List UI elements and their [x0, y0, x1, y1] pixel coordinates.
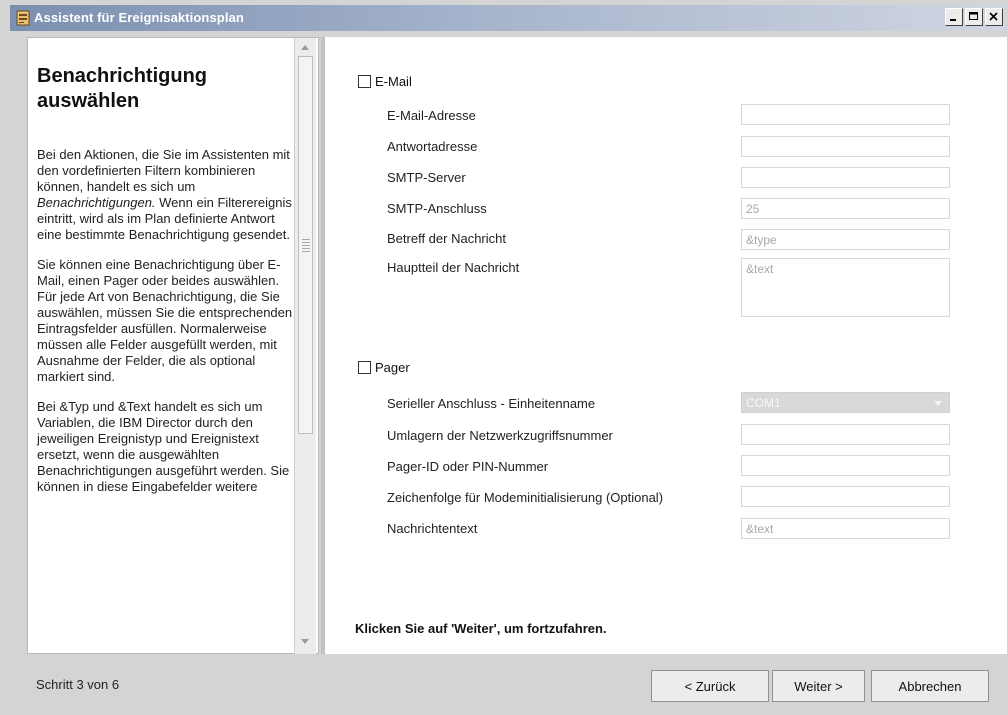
cancel-button[interactable]: Abbrechen — [871, 670, 989, 702]
smtp-server-field[interactable] — [741, 167, 950, 188]
close-icon[interactable] — [985, 8, 1003, 26]
reply-address-field[interactable] — [741, 136, 950, 157]
app-icon — [16, 10, 30, 26]
help-panel: Benachrichtigung auswählen Bei den Aktio… — [27, 37, 319, 654]
serial-port-value: COM1 — [746, 396, 781, 410]
smtp-port-label: SMTP-Anschluss — [387, 201, 487, 216]
help-text: Bei den Aktionen, die Sie im Assistenten… — [37, 147, 295, 509]
help-paragraph-3: Bei &Typ und &Text handelt es sich um Va… — [37, 399, 290, 494]
subject-label: Betreff der Nachricht — [387, 231, 506, 246]
back-button[interactable]: < Zurück — [651, 670, 769, 702]
pager-id-label: Pager-ID oder PIN-Nummer — [387, 459, 549, 474]
modem-init-field[interactable] — [741, 486, 950, 507]
step-indicator: Schritt 3 von 6 — [36, 677, 120, 692]
continue-instruction: Klicken Sie auf 'Weiter', um fortzufahre… — [355, 621, 607, 636]
help-paragraph-1: Bei den Aktionen, die Sie im Assistenten… — [37, 147, 295, 243]
wizard-window: Assistent für Ereignisaktionsplan Benach… — [0, 0, 1008, 715]
message-body-label: Hauptteil der Nachricht — [387, 260, 520, 275]
smtp-port-field[interactable]: 25 — [741, 198, 950, 219]
help-paragraph-2: Sie können eine Benachrichtigung über E-… — [37, 257, 293, 384]
message-body-field[interactable]: &text — [741, 258, 950, 317]
minimize-icon[interactable] — [945, 8, 963, 26]
message-text-field[interactable]: &text — [741, 518, 950, 539]
reply-address-label: Antwortadresse — [387, 139, 478, 154]
email-checkbox-label: E-Mail — [375, 74, 412, 89]
scroll-up-icon[interactable] — [299, 42, 311, 52]
email-address-label: E-Mail-Adresse — [387, 108, 476, 123]
title-bar[interactable]: Assistent für Ereignisaktionsplan — [10, 5, 1006, 31]
maximize-icon[interactable] — [965, 8, 983, 26]
chevron-down-icon — [934, 401, 942, 406]
modem-init-label: Zeichenfolge für Modeminitialisierung (O… — [387, 490, 664, 505]
serial-port-select[interactable]: COM1 — [741, 392, 950, 413]
form-panel: E-Mail E-Mail-Adresse Antwortadresse SMT… — [321, 37, 1007, 654]
scroll-down-icon[interactable] — [299, 637, 311, 647]
pager-checkbox[interactable] — [358, 361, 371, 374]
dialout-label: Umlagern der Netzwerkzugriffsnummer — [387, 428, 613, 443]
email-checkbox[interactable] — [358, 75, 371, 88]
subject-field[interactable]: &type — [741, 229, 950, 250]
pager-id-field[interactable] — [741, 455, 950, 476]
help-text-emphasis: Benachrichtigungen. — [37, 195, 156, 210]
help-scrollbar[interactable] — [294, 38, 316, 654]
smtp-server-label: SMTP-Server — [387, 170, 466, 185]
serial-port-label: Serieller Anschluss - Einheitenname — [387, 396, 596, 411]
email-address-field[interactable] — [741, 104, 950, 125]
help-title: Benachrichtigung auswählen — [37, 65, 208, 112]
scroll-thumb[interactable] — [298, 56, 313, 434]
help-text-segment: Bei den Aktionen, die Sie im Assistenten… — [37, 147, 290, 194]
window-title: Assistent für Ereignisaktionsplan — [34, 10, 244, 25]
pager-checkbox-label: Pager — [375, 360, 410, 375]
window-controls — [945, 8, 1003, 26]
message-text-label: Nachrichtentext — [387, 521, 478, 536]
next-button[interactable]: Weiter > — [772, 670, 865, 702]
grip-icon — [302, 239, 310, 254]
dialout-field[interactable] — [741, 424, 950, 445]
